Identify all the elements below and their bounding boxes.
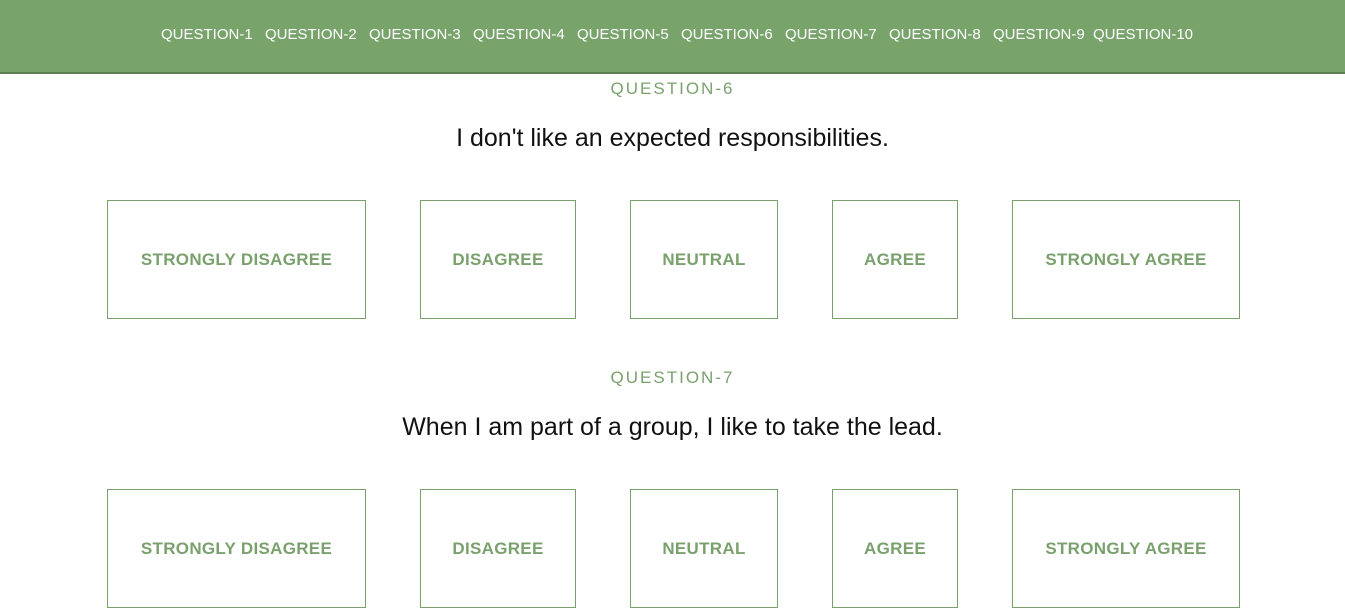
nav-link-question-1[interactable]: QUESTION-1 <box>161 26 253 43</box>
nav-link-question-5[interactable]: QUESTION-5 <box>577 26 669 43</box>
question-number-label: QUESTION-7 <box>610 368 735 387</box>
nav-link-question-8[interactable]: QUESTION-8 <box>889 26 981 43</box>
option-strongly-agree-button[interactable]: STRONGLY AGREE <box>1012 200 1240 319</box>
nav-link-question-2[interactable]: QUESTION-2 <box>265 26 357 43</box>
nav-link-question-6[interactable]: QUESTION-6 <box>681 26 773 43</box>
option-neutral-button[interactable]: NEUTRAL <box>630 200 778 319</box>
question-number-label: QUESTION-6 <box>610 79 735 98</box>
option-strongly-agree-button[interactable]: STRONGLY AGREE <box>1012 489 1240 608</box>
option-agree-button[interactable]: AGREE <box>832 489 958 608</box>
question-text: When I am part of a group, I like to tak… <box>402 413 943 441</box>
nav-link-question-10[interactable]: QUESTION-10 <box>1093 26 1193 43</box>
option-disagree-button[interactable]: DISAGREE <box>420 489 576 608</box>
option-strongly-disagree-button[interactable]: STRONGLY DISAGREE <box>107 489 366 608</box>
nav-link-question-3[interactable]: QUESTION-3 <box>369 26 461 43</box>
quiz-page: QUESTION-1 QUESTION-2 QUESTION-3 QUESTIO… <box>0 0 1345 616</box>
option-neutral-button[interactable]: NEUTRAL <box>630 489 778 608</box>
option-agree-button[interactable]: AGREE <box>832 200 958 319</box>
question-text: I don't like an expected responsibilitie… <box>456 124 889 152</box>
nav-link-question-9[interactable]: QUESTION-9 <box>993 26 1085 43</box>
option-disagree-button[interactable]: DISAGREE <box>420 200 576 319</box>
nav-link-question-4[interactable]: QUESTION-4 <box>473 26 565 43</box>
nav-link-question-7[interactable]: QUESTION-7 <box>785 26 877 43</box>
option-strongly-disagree-button[interactable]: STRONGLY DISAGREE <box>107 200 366 319</box>
top-navigation-bar: QUESTION-1 QUESTION-2 QUESTION-3 QUESTIO… <box>0 0 1345 74</box>
